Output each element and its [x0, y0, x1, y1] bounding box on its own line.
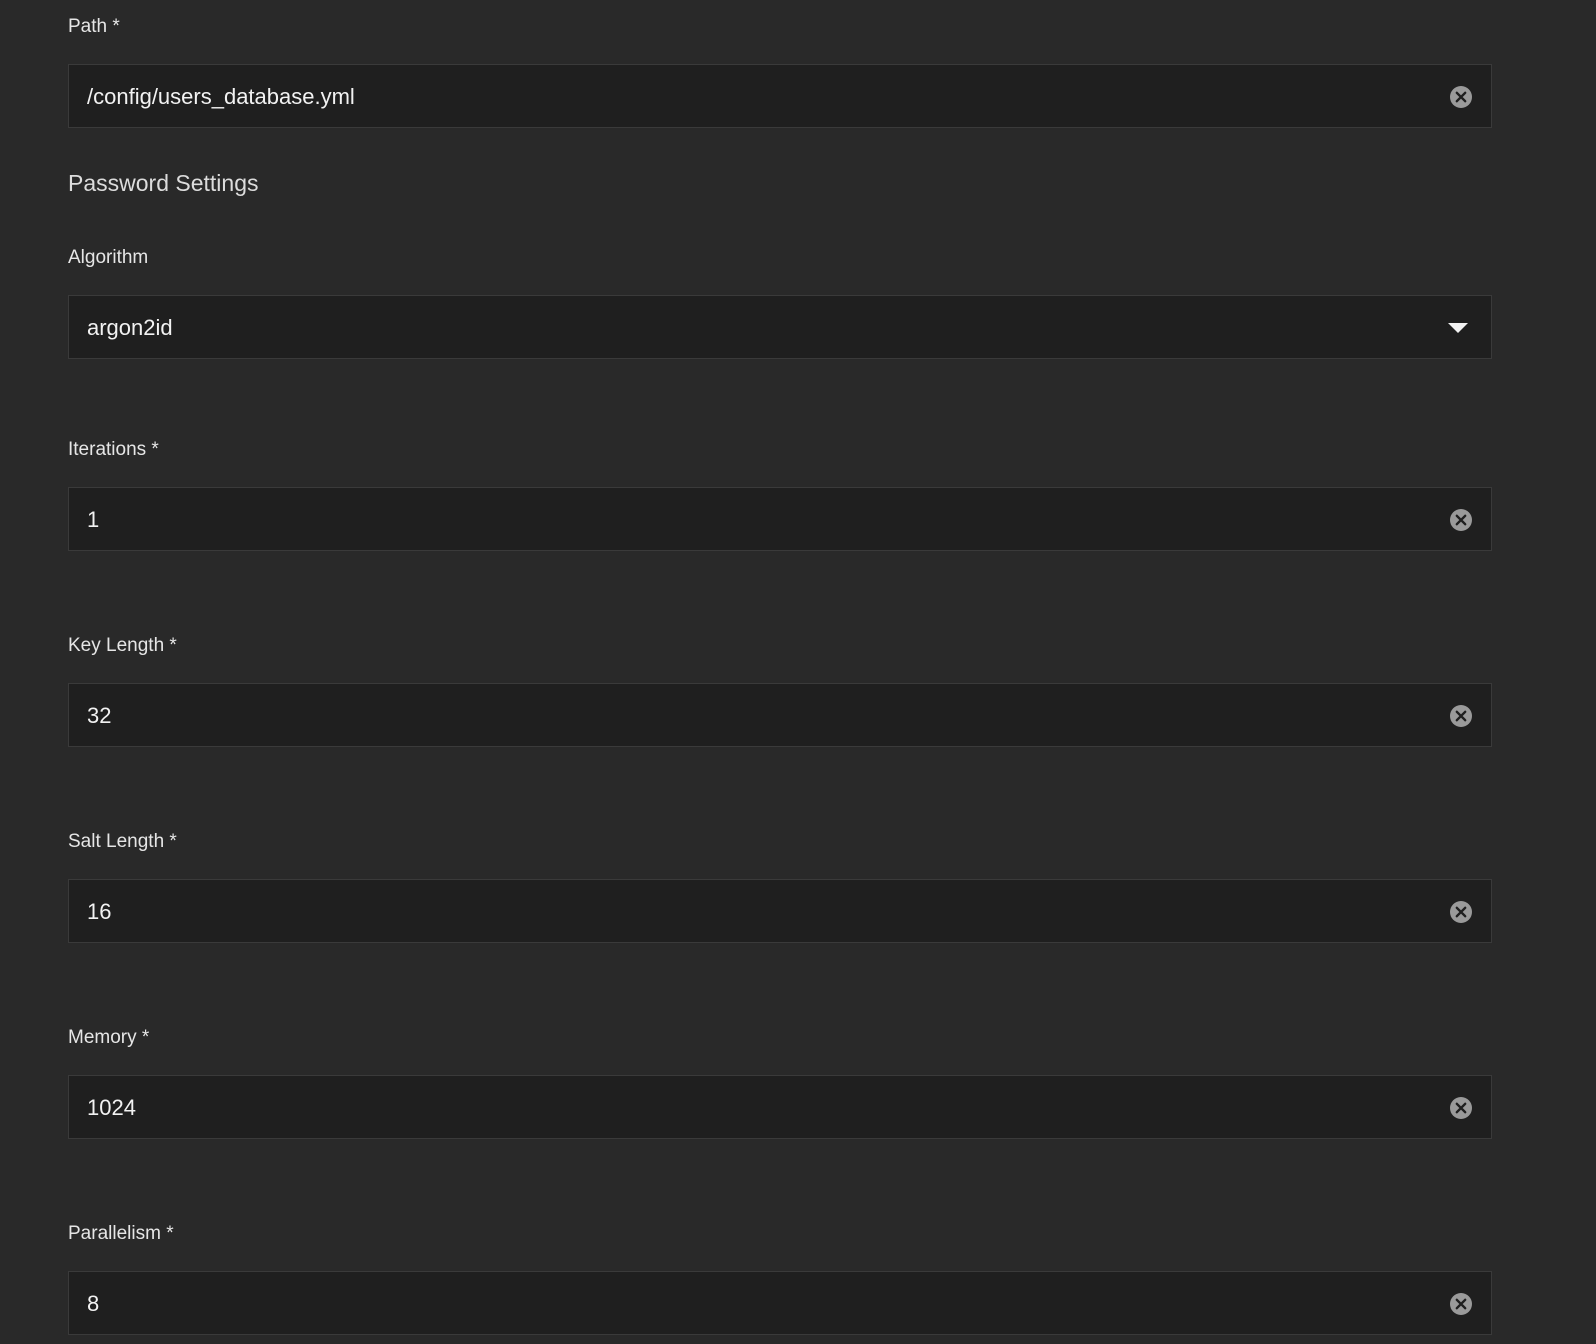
clear-salt-length-icon[interactable]: [1449, 900, 1473, 924]
password-settings-form: Path * /config/users_database.yml Passwo…: [0, 0, 1596, 1344]
iterations-value[interactable]: 1: [87, 488, 99, 552]
key-length-label: Key Length *: [68, 635, 177, 656]
clear-key-length-icon[interactable]: [1449, 704, 1473, 728]
parallelism-value[interactable]: 8: [87, 1272, 99, 1336]
salt-length-value[interactable]: 16: [87, 880, 111, 944]
clear-parallelism-icon[interactable]: [1449, 1292, 1473, 1316]
algorithm-select[interactable]: argon2id: [68, 295, 1492, 359]
algorithm-label: Algorithm: [68, 247, 149, 268]
memory-value[interactable]: 1024: [87, 1076, 136, 1140]
parallelism-field[interactable]: 8: [68, 1271, 1492, 1335]
parallelism-label: Parallelism *: [68, 1223, 174, 1244]
iterations-field[interactable]: 1: [68, 487, 1492, 551]
key-length-field[interactable]: 32: [68, 683, 1492, 747]
iterations-label: Iterations *: [68, 439, 159, 460]
salt-length-field[interactable]: 16: [68, 879, 1492, 943]
memory-label: Memory *: [68, 1027, 150, 1048]
memory-field[interactable]: 1024: [68, 1075, 1492, 1139]
path-label: Path *: [68, 16, 120, 37]
path-field[interactable]: /config/users_database.yml: [68, 64, 1492, 128]
password-settings-heading: Password Settings: [68, 170, 259, 196]
algorithm-value[interactable]: argon2id: [87, 296, 173, 360]
chevron-down-icon[interactable]: [1447, 320, 1469, 336]
path-value[interactable]: /config/users_database.yml: [87, 65, 355, 129]
clear-iterations-icon[interactable]: [1449, 508, 1473, 532]
key-length-value[interactable]: 32: [87, 684, 111, 748]
clear-memory-icon[interactable]: [1449, 1096, 1473, 1120]
clear-path-icon[interactable]: [1449, 85, 1473, 109]
salt-length-label: Salt Length *: [68, 831, 177, 852]
